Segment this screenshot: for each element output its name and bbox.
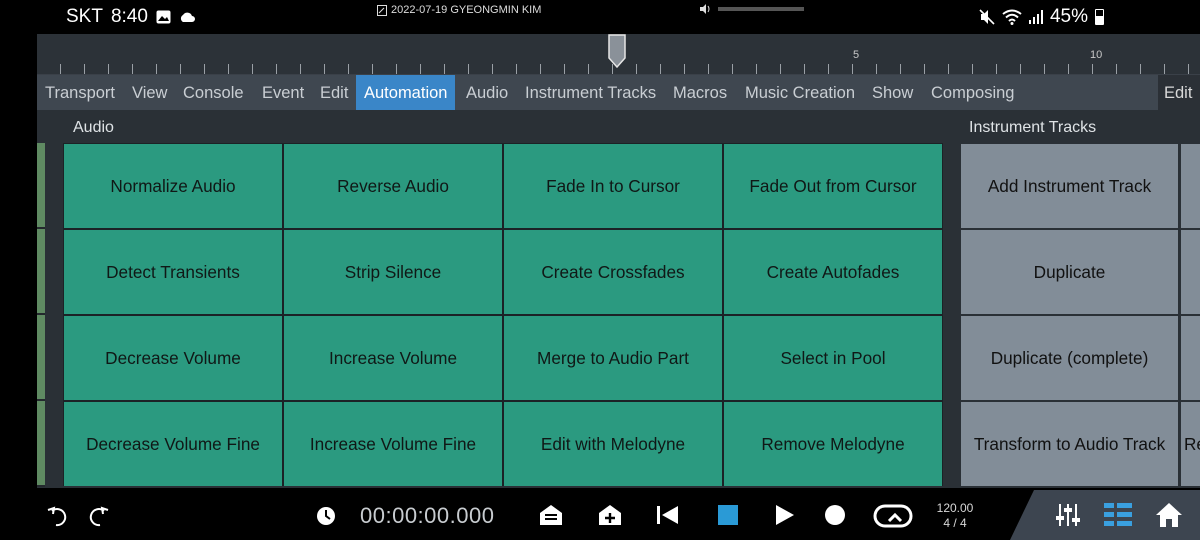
media-volume: [700, 4, 804, 14]
reverse-audio-button[interactable]: Reverse Audio: [284, 144, 502, 228]
undo-icon[interactable]: [46, 505, 70, 527]
section-title-audio: Audio: [73, 119, 114, 136]
track-color-strip: [37, 143, 45, 487]
menu-console[interactable]: Console: [175, 75, 252, 110]
edit-mode-button[interactable]: Edit: [1158, 75, 1200, 110]
time-signature: 4 / 4: [943, 516, 967, 530]
section-title-instrument-tracks: Instrument Tracks: [969, 119, 1097, 136]
menu-view[interactable]: View: [124, 75, 175, 110]
clock: 8:40: [110, 6, 148, 27]
timecode-display[interactable]: 00:00:00.000: [360, 503, 494, 529]
battery-icon: [1095, 9, 1104, 25]
signal-icon: [1028, 10, 1043, 24]
redo-icon[interactable]: [86, 505, 110, 527]
loop-icon[interactable]: [873, 503, 913, 529]
ruler-mark: 5: [853, 49, 860, 61]
duplicate-complete-button[interactable]: Duplicate (complete): [961, 316, 1178, 400]
transform-to-audio-track-button[interactable]: Transform to Audio Track: [961, 402, 1178, 486]
menu-music-creation[interactable]: Music Creation: [737, 75, 863, 110]
duplicate-button[interactable]: Duplicate: [961, 230, 1178, 314]
edit-with-melodyne-button[interactable]: Edit with Melodyne: [504, 402, 722, 486]
normalize-audio-button[interactable]: Normalize Audio: [64, 144, 282, 228]
remove-melodyne-button[interactable]: Remove Melodyne: [724, 402, 942, 486]
rewind-to-start-icon[interactable]: [656, 504, 680, 526]
volume-icon: [700, 4, 710, 14]
wifi-icon: [1002, 9, 1022, 25]
instrument-button-partial[interactable]: [1181, 230, 1200, 314]
menu-bar: Transport View Console Event Edit Automa…: [37, 75, 1200, 110]
merge-to-audio-part-button[interactable]: Merge to Audio Part: [504, 316, 722, 400]
strip-silence-button[interactable]: Strip Silence: [284, 230, 502, 314]
playhead-marker[interactable]: [608, 34, 626, 68]
battery-percent: 45%: [1049, 6, 1088, 27]
menu-edit[interactable]: Edit: [312, 75, 356, 110]
menu-automation[interactable]: Automation: [356, 75, 456, 110]
increase-volume-fine-button[interactable]: Increase Volume Fine: [284, 402, 502, 486]
fade-in-to-cursor-button[interactable]: Fade In to Cursor: [504, 144, 722, 228]
home-icon[interactable]: [1155, 502, 1183, 528]
decrease-volume-button[interactable]: Decrease Volume: [64, 316, 282, 400]
menu-instrument-tracks[interactable]: Instrument Tracks: [517, 75, 664, 110]
volume-slider: [718, 7, 804, 11]
menu-composing[interactable]: Composing: [923, 75, 1022, 110]
cloud-icon: [180, 12, 195, 22]
carrier-label: SKT: [66, 6, 103, 27]
fade-out-from-cursor-button[interactable]: Fade Out from Cursor: [724, 144, 942, 228]
create-autofades-button[interactable]: Create Autofades: [724, 230, 942, 314]
tempo-value: 120.00: [936, 501, 974, 515]
increase-volume-button[interactable]: Increase Volume: [284, 316, 502, 400]
menu-show[interactable]: Show: [864, 75, 921, 110]
marker-list-icon[interactable]: [539, 504, 563, 526]
commands-grid-icon[interactable]: [1104, 502, 1132, 528]
notification-text: 2022-07-19 GYEONGMIN KIM: [391, 4, 542, 16]
stop-icon[interactable]: [717, 504, 739, 526]
menu-macros[interactable]: Macros: [665, 75, 735, 110]
decrease-volume-fine-button[interactable]: Decrease Volume Fine: [64, 402, 282, 486]
add-instrument-track-button[interactable]: Add Instrument Track: [961, 144, 1178, 228]
mute-icon: [979, 9, 995, 25]
clock-icon[interactable]: [316, 506, 336, 526]
gallery-icon: [156, 10, 171, 24]
edit-note-icon: [377, 4, 387, 16]
play-icon[interactable]: [775, 504, 795, 526]
ruler-mark: 10: [1090, 49, 1103, 61]
instrument-button-partial[interactable]: [1181, 144, 1200, 228]
record-icon[interactable]: [824, 504, 846, 526]
menu-transport[interactable]: Transport: [37, 75, 123, 110]
transport-toolbar: 00:00:00.000 120.00 4 / 4: [0, 490, 1200, 540]
timeline-ruler[interactable]: 5 10: [37, 34, 1200, 75]
detect-transients-button[interactable]: Detect Transients: [64, 230, 282, 314]
create-crossfades-button[interactable]: Create Crossfades: [504, 230, 722, 314]
select-in-pool-button[interactable]: Select in Pool: [724, 316, 942, 400]
mixer-icon[interactable]: [1055, 502, 1081, 528]
add-marker-icon[interactable]: [598, 504, 622, 526]
instrument-button-partial[interactable]: [1181, 316, 1200, 400]
menu-event[interactable]: Event: [254, 75, 312, 110]
status-bar: SKT 8:40 2022-07-19 GYEONGMIN KIM 45%: [0, 0, 1200, 34]
menu-audio[interactable]: Audio: [458, 75, 516, 110]
instrument-button-partial[interactable]: Re: [1181, 402, 1200, 486]
tempo-display[interactable]: 120.00 4 / 4: [935, 501, 975, 531]
